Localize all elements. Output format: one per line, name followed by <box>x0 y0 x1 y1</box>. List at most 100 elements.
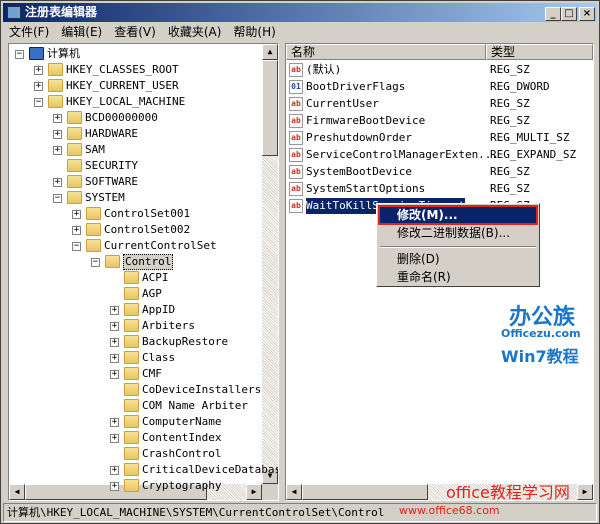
collapse-toggle[interactable]: − <box>15 50 24 59</box>
menu-edit[interactable]: 编辑(E) <box>55 23 108 41</box>
menu-favorites[interactable]: 收藏夹(A) <box>162 23 228 41</box>
scroll-thumb[interactable] <box>302 484 428 500</box>
menu-item-rename[interactable]: 重命名(R) <box>379 268 537 286</box>
value-name[interactable]: PreshutdownOrder <box>306 130 412 146</box>
tree-item[interactable]: HKEY_LOCAL_MACHINE <box>66 94 185 110</box>
folder-icon <box>86 207 101 220</box>
collapse-toggle[interactable]: − <box>91 258 100 267</box>
value-name[interactable]: FirmwareBootDevice <box>306 113 425 129</box>
tree-item[interactable]: CMF <box>142 366 162 382</box>
folder-icon <box>124 463 139 476</box>
maximize-button[interactable]: □ <box>561 7 577 21</box>
tree-item[interactable]: CriticalDeviceDatabase <box>142 462 278 478</box>
tree-item[interactable]: HKEY_CURRENT_USER <box>66 78 179 94</box>
menu-view[interactable]: 查看(V) <box>108 23 162 41</box>
tree-item[interactable]: AGP <box>142 286 162 302</box>
menu-item-modify-binary[interactable]: 修改二进制数据(B)... <box>379 224 537 242</box>
column-header-type[interactable]: 类型 <box>486 44 593 60</box>
folder-icon <box>48 95 63 108</box>
folder-icon <box>124 431 139 444</box>
tree-item[interactable]: SOFTWARE <box>85 174 138 190</box>
expand-toggle[interactable]: + <box>110 482 119 491</box>
collapse-toggle[interactable]: − <box>53 194 62 203</box>
expand-toggle[interactable]: + <box>34 82 43 91</box>
expand-toggle[interactable]: + <box>110 354 119 363</box>
scroll-left-button[interactable]: ◀ <box>286 484 302 500</box>
menu-help[interactable]: 帮助(H) <box>227 23 281 41</box>
expand-toggle[interactable]: + <box>53 178 62 187</box>
menu-file[interactable]: 文件(F) <box>3 23 55 41</box>
folder-icon <box>67 159 82 172</box>
tree-item[interactable]: BackupRestore <box>142 334 228 350</box>
expand-toggle[interactable]: + <box>34 66 43 75</box>
tree-item[interactable]: BCD00000000 <box>85 110 158 126</box>
expand-toggle[interactable]: + <box>53 146 62 155</box>
expand-toggle[interactable]: + <box>110 306 119 315</box>
expand-toggle[interactable]: + <box>53 130 62 139</box>
value-name[interactable]: BootDriverFlags <box>306 79 405 95</box>
tree-item[interactable]: SYSTEM <box>85 190 125 206</box>
folder-icon <box>124 367 139 380</box>
registry-editor-window: 注册表编辑器 _ □ × 文件(F) 编辑(E) 查看(V) 收藏夹(A) 帮助(H) … <box>0 0 600 524</box>
expand-toggle[interactable]: + <box>72 210 81 219</box>
menu-item-modify[interactable]: 修改(M)... <box>378 205 538 225</box>
tree-item[interactable]: Class <box>142 350 175 366</box>
menu-item-delete[interactable]: 删除(D) <box>379 250 537 268</box>
scroll-thumb[interactable] <box>262 60 278 156</box>
value-name[interactable]: SystemBootDevice <box>306 164 412 180</box>
tree-item[interactable]: CrashControl <box>142 446 221 462</box>
key-tree[interactable]: ▲ ▼ ◀ ▶ − 计算机 + HKEY_CLASSES_ROOT + HKEY_CURR… <box>8 43 279 501</box>
tree-item[interactable]: CoDeviceInstallers <box>142 382 261 398</box>
expand-toggle[interactable]: + <box>110 338 119 347</box>
string-value-icon: ab <box>289 63 303 77</box>
tree-item[interactable]: CurrentControlSet <box>104 238 217 254</box>
value-name[interactable]: (默认) <box>306 62 341 78</box>
folder-icon <box>124 287 139 300</box>
value-name[interactable]: SystemStartOptions <box>306 181 425 197</box>
menu-bar: 文件(F) 编辑(E) 查看(V) 收藏夹(A) 帮助(H) <box>3 23 597 41</box>
folder-icon <box>67 127 82 140</box>
tree-item[interactable]: 计算机 <box>47 46 80 62</box>
string-value-icon: ab <box>289 148 303 162</box>
tree-item[interactable]: Control <box>123 254 174 270</box>
tree-item[interactable]: COM Name Arbiter <box>142 398 248 414</box>
folder-icon <box>86 223 101 236</box>
computer-icon <box>29 47 44 60</box>
tree-item[interactable]: ContentIndex <box>142 430 221 446</box>
tree-item[interactable]: Cryptography <box>142 478 221 494</box>
value-name[interactable]: CurrentUser <box>306 96 379 112</box>
expand-toggle[interactable]: + <box>72 226 81 235</box>
expand-toggle[interactable]: + <box>53 114 62 123</box>
tree-item[interactable]: AppID <box>142 302 175 318</box>
value-name[interactable]: ServiceControlManagerExten... <box>306 147 498 163</box>
tree-item[interactable]: HARDWARE <box>85 126 138 142</box>
scroll-right-button[interactable]: ▶ <box>246 484 262 500</box>
tree-item[interactable]: ComputerName <box>142 414 221 430</box>
tree-item[interactable]: ControlSet001 <box>104 206 190 222</box>
tree-item[interactable]: SECURITY <box>85 158 138 174</box>
value-type: REG_EXPAND_SZ <box>490 148 577 161</box>
collapse-toggle[interactable]: − <box>72 242 81 251</box>
scroll-right-button[interactable]: ▶ <box>577 484 593 500</box>
close-button[interactable]: × <box>579 7 595 21</box>
folder-icon <box>124 319 139 332</box>
folder-icon <box>124 351 139 364</box>
scroll-left-button[interactable]: ◀ <box>9 484 25 500</box>
expand-toggle[interactable]: + <box>110 370 119 379</box>
column-header-name[interactable]: 名称 <box>286 44 486 60</box>
tree-vertical-scrollbar[interactable]: ▲ ▼ <box>262 44 278 484</box>
expand-toggle[interactable]: + <box>110 434 119 443</box>
tree-item[interactable]: ControlSet002 <box>104 222 190 238</box>
expand-toggle[interactable]: + <box>110 322 119 331</box>
expand-toggle[interactable]: + <box>110 466 119 475</box>
minimize-button[interactable]: _ <box>545 7 561 21</box>
tree-item[interactable]: SAM <box>85 142 105 158</box>
context-menu: 修改(M)... 修改二进制数据(B)... 删除(D) 重命名(R) <box>376 203 540 287</box>
tree-item[interactable]: HKEY_CLASSES_ROOT <box>66 62 179 78</box>
tree-item[interactable]: ACPI <box>142 270 169 286</box>
expand-toggle[interactable]: + <box>110 418 119 427</box>
window-title: 注册表编辑器 <box>25 5 98 19</box>
collapse-toggle[interactable]: − <box>34 98 43 107</box>
scroll-up-button[interactable]: ▲ <box>262 44 278 60</box>
tree-item[interactable]: Arbiters <box>142 318 195 334</box>
